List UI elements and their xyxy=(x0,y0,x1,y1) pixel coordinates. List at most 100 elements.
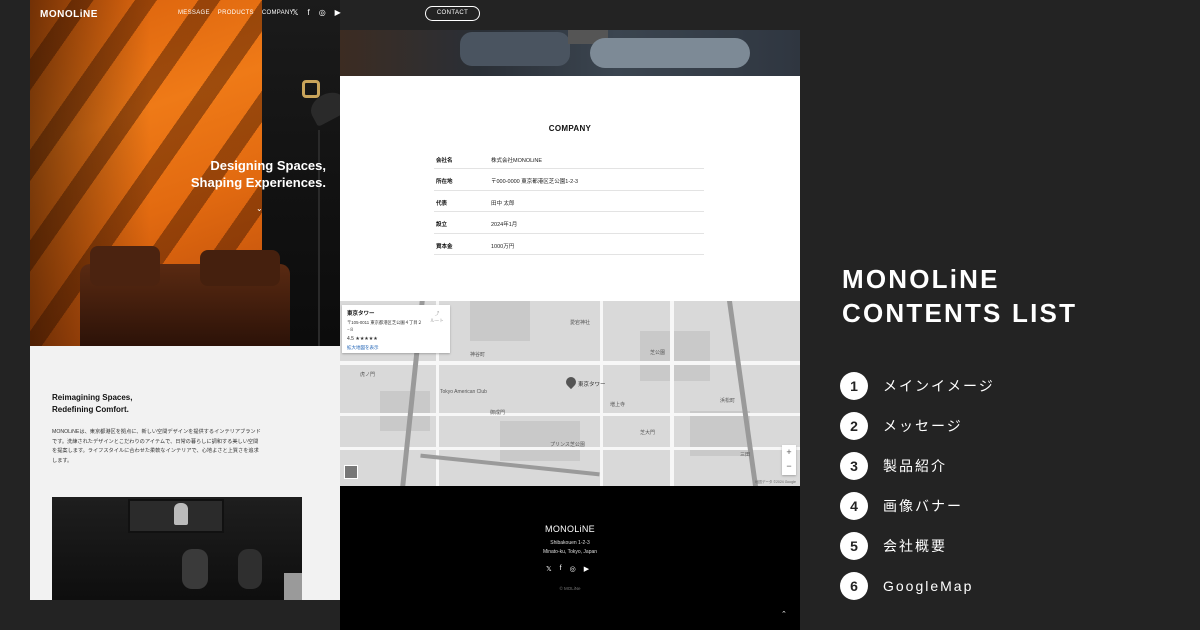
list-item: 2 メッセージ xyxy=(840,406,995,446)
company-page: COMPANY 会社名 株式会社MONOLiNE 所在地 〒000-0000 東… xyxy=(340,30,800,630)
x-icon[interactable]: 𝕏 xyxy=(546,565,552,573)
zoom-out-button[interactable]: − xyxy=(782,459,796,473)
row-value: 2024年1月 xyxy=(491,222,518,229)
list-item: 5 会社概要 xyxy=(840,526,995,566)
row-label: 所在地 xyxy=(436,179,453,186)
contents-list: 1 メインイメージ 2 メッセージ 3 製品紹介 4 画像バナー 5 会社概要 … xyxy=(840,366,995,606)
place-rating: 4.5 ★★★★★ xyxy=(347,336,378,342)
message-title-line2: Redefining Comfort. xyxy=(52,405,129,414)
list-item: 3 製品紹介 xyxy=(840,446,995,486)
youtube-icon[interactable]: ▶ xyxy=(584,565,589,573)
back-to-top-chevron-icon[interactable]: ⌃ xyxy=(781,610,787,618)
panel-title: MONOLiNE CONTENTS LIST xyxy=(842,262,1077,330)
map-label: 神谷町 xyxy=(470,352,486,358)
table-row: 資本金 1000万円 xyxy=(434,234,704,255)
map-label: 虎ノ門 xyxy=(360,372,376,378)
nav-link-message[interactable]: MESSAGE xyxy=(178,10,210,16)
footer-address-line1: Shibakouen 1-2-3 xyxy=(550,540,590,546)
item-label: メインイメージ xyxy=(883,378,995,394)
top-navigation: MONOLiNE MESSAGE PRODUCTS COMPANY 𝕏 f ◎ … xyxy=(30,0,492,30)
item-label: 画像バナー xyxy=(883,498,963,514)
map-label: プリンス芝公園 xyxy=(550,442,585,448)
instagram-icon[interactable]: ◎ xyxy=(319,8,326,18)
facebook-icon[interactable]: f xyxy=(560,565,562,573)
larger-map-link[interactable]: 拡大地図を表示 xyxy=(347,345,379,351)
message-title: Reimagining Spaces, Redefining Comfort. xyxy=(52,392,132,416)
footer-logo[interactable]: MONOLiNE xyxy=(340,524,800,534)
item-number-badge: 6 xyxy=(840,572,868,600)
row-label: 設立 xyxy=(436,222,448,229)
zoom-in-button[interactable]: + xyxy=(782,445,796,459)
map-label: 増上寺 xyxy=(610,402,626,408)
nav-link-products[interactable]: PRODUCTS xyxy=(218,10,254,16)
footer-social-icons: 𝕏 f ◎ ▶ xyxy=(546,565,589,573)
scroll-down-chevron-icon[interactable]: ⌄ xyxy=(256,204,263,213)
route-icon: ⤴ xyxy=(434,311,440,316)
row-value: 田中 太郎 xyxy=(491,200,515,207)
list-item: 1 メインイメージ xyxy=(840,366,995,406)
row-label: 代表 xyxy=(436,200,448,207)
message-title-line1: Reimagining Spaces, xyxy=(52,393,133,402)
google-map[interactable]: Tokyo American Club 愛宕神社 芝公園 浜松町 神谷町 増上寺… xyxy=(340,301,800,486)
hero-title: Designing Spaces, Shaping Experiences. xyxy=(30,157,326,191)
leather-sofa xyxy=(80,246,290,346)
panel-title-line2: CONTENTS LIST xyxy=(842,298,1078,328)
instagram-icon[interactable]: ◎ xyxy=(570,565,576,573)
row-value: 1000万円 xyxy=(491,243,515,250)
item-number-badge: 3 xyxy=(840,452,868,480)
table-row: 代表 田中 太郎 xyxy=(434,191,704,213)
item-number-badge: 2 xyxy=(840,412,868,440)
panel-title-line1: MONOLiNE xyxy=(842,264,1000,294)
map-place-card: 東京タワー 〒105-0011 東京都港区芝公園４丁目２−８ 4.5 ★★★★★… xyxy=(342,305,450,353)
map-label: 三田 xyxy=(740,452,751,458)
message-photo xyxy=(52,497,302,600)
list-item: 4 画像バナー xyxy=(840,486,995,526)
item-label: GoogleMap xyxy=(883,578,974,594)
site-logo[interactable]: MONOLiNE xyxy=(40,9,98,20)
contact-button[interactable]: CONTACT xyxy=(425,6,480,21)
item-label: メッセージ xyxy=(883,418,963,434)
row-value: 〒000-0000 東京都港区芝公園1-2-3 xyxy=(491,179,579,186)
youtube-icon[interactable]: ▶ xyxy=(335,8,341,18)
company-title: COMPANY xyxy=(548,124,592,133)
table-row: 所在地 〒000-0000 東京都港区芝公園1-2-3 xyxy=(434,169,704,191)
place-name: 東京タワー xyxy=(347,311,375,317)
nav-link-company[interactable]: COMPANY xyxy=(262,10,294,16)
x-icon[interactable]: 𝕏 xyxy=(292,8,298,18)
message-body: MONOLiNEは、東京都港区を拠点に、新しい空間デザインを提供するインテリアブ… xyxy=(52,429,261,464)
place-address: 〒105-0011 東京都港区芝公園４丁目２−８ xyxy=(347,320,422,332)
nav-social-icons: 𝕏 f ◎ ▶ xyxy=(292,8,341,18)
table-row: 会社名 株式会社MONOLiNE xyxy=(434,148,704,170)
route-button[interactable]: ⤴ ルート xyxy=(428,310,446,324)
map-label: 御成門 xyxy=(490,410,506,416)
item-number-badge: 4 xyxy=(840,492,868,520)
hero-title-line2: Shaping Experiences. xyxy=(190,175,326,190)
map-label: 芝大門 xyxy=(640,430,656,436)
footer-address: Shibakouen 1-2-3 Minato-ku, Tokyo, Japan xyxy=(340,539,800,557)
map-credit: 地図データ ©2024 Google xyxy=(754,480,796,484)
message-section: Reimagining Spaces, Redefining Comfort. … xyxy=(30,346,340,600)
item-number-badge: 5 xyxy=(840,532,868,560)
contents-list-banner: MONOLiNE MESSAGE PRODUCTS COMPANY 𝕏 f ◎ … xyxy=(0,0,1200,630)
site-footer: MONOLiNE Shibakouen 1-2-3 Minato-ku, Tok… xyxy=(340,486,800,630)
facebook-icon[interactable]: f xyxy=(307,8,309,18)
image-banner xyxy=(340,30,800,76)
map-label: 芝公園 xyxy=(650,350,666,356)
map-pin-icon[interactable] xyxy=(563,374,579,390)
item-label: 製品紹介 xyxy=(883,458,947,474)
map-label: 愛宕神社 xyxy=(570,320,591,326)
table-row: 設立 2024年1月 xyxy=(434,212,704,234)
map-label: 浜松町 xyxy=(720,398,736,404)
map-pin-label: 東京タワー xyxy=(578,382,606,388)
footer-address-line2: Minato-ku, Tokyo, Japan xyxy=(542,549,598,555)
item-label: 会社概要 xyxy=(883,538,947,554)
list-item: 6 GoogleMap xyxy=(840,566,995,606)
map-zoom-control: + − xyxy=(782,445,796,475)
row-value: 株式会社MONOLiNE xyxy=(491,158,543,164)
route-label: ルート xyxy=(430,318,444,323)
row-label: 資本金 xyxy=(436,243,453,250)
map-type-thumbnail[interactable] xyxy=(344,465,358,479)
item-number-badge: 1 xyxy=(840,372,868,400)
company-table: 会社名 株式会社MONOLiNE 所在地 〒000-0000 東京都港区芝公園1… xyxy=(434,148,704,255)
wall-lamp-icon xyxy=(300,80,340,130)
